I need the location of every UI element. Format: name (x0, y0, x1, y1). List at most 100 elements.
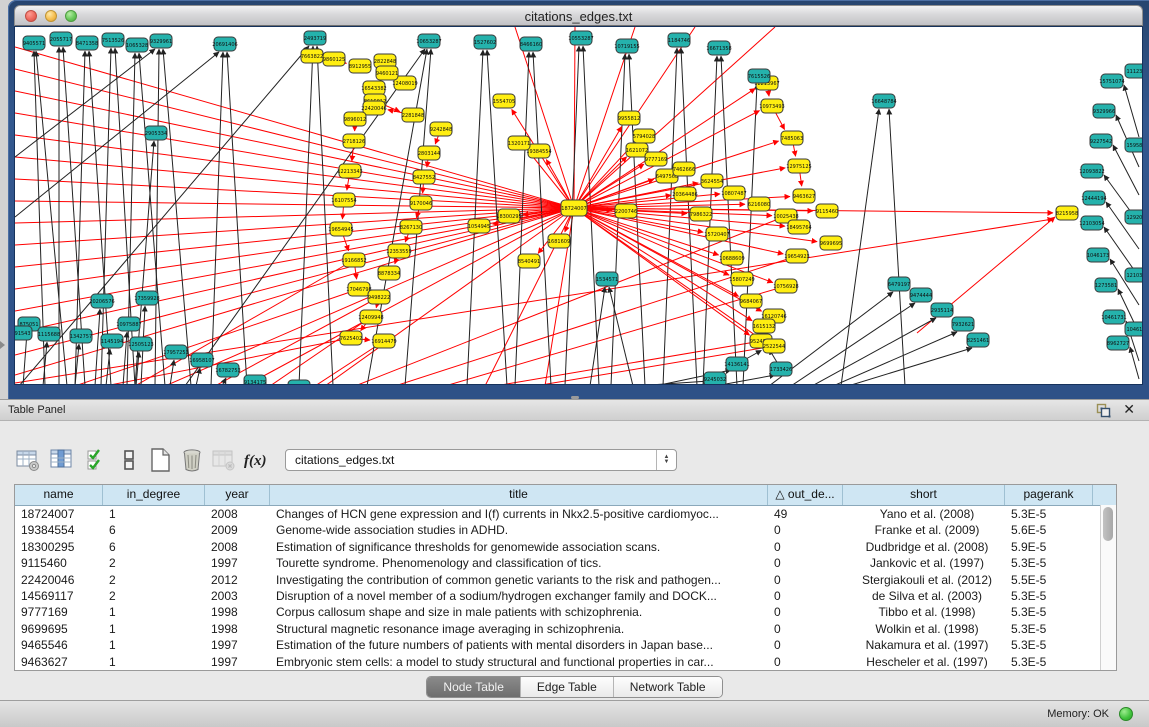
cell-out_degree[interactable]: 0 (768, 572, 843, 588)
network-node[interactable]: 17957253 (163, 345, 188, 359)
network-node[interactable]: 12975125 (786, 159, 811, 173)
cell-in_degree[interactable]: 1 (103, 506, 205, 522)
network-edge[interactable] (15, 208, 574, 223)
network-node[interactable]: 7615526 (748, 69, 770, 83)
network-node[interactable]: 16958107 (189, 353, 214, 367)
table-row[interactable]: 911546021997Tourette syndrome. Phenomeno… (15, 555, 1116, 571)
column-header-title[interactable]: title (270, 485, 768, 505)
network-edge[interactable] (227, 52, 247, 384)
cell-in_degree[interactable]: 1 (103, 604, 205, 620)
cell-out_degree[interactable]: 49 (768, 506, 843, 522)
network-node[interactable]: 18724007 (561, 200, 587, 216)
network-node[interactable]: 9955812 (618, 111, 640, 125)
cell-year[interactable]: 2008 (205, 539, 270, 555)
network-edge[interactable] (127, 53, 135, 384)
network-node[interactable]: 9860125 (323, 52, 345, 66)
row-height-icon[interactable] (116, 446, 144, 474)
table-row[interactable]: 1938455462009Genome-wide association stu… (15, 522, 1116, 538)
network-node[interactable]: 159580 (1125, 138, 1142, 152)
network-node[interactable]: 1733426 (770, 362, 792, 376)
cell-pagerank[interactable]: 5.3E-5 (1005, 637, 1093, 653)
cell-title[interactable]: Structural magnetic resonance image aver… (270, 621, 768, 637)
network-node[interactable]: 9242848 (430, 122, 452, 136)
network-node[interactable]: 9699695 (820, 236, 842, 250)
network-node[interactable]: 7663822 (301, 49, 323, 63)
network-node[interactable]: 1342757 (70, 329, 92, 343)
network-edge[interactable] (15, 208, 574, 267)
network-node[interactable]: 129203 (1125, 210, 1142, 224)
cell-pagerank[interactable]: 5.3E-5 (1005, 506, 1093, 522)
tab-node-table[interactable]: Node Table (427, 677, 521, 697)
cell-title[interactable]: Estimation of significance thresholds fo… (270, 539, 768, 555)
network-node[interactable]: 2055717 (50, 32, 72, 46)
delete-table-icon[interactable] (178, 446, 206, 474)
cell-pagerank[interactable]: 5.3E-5 (1005, 588, 1093, 604)
table-row[interactable]: 969969511998Structural magnetic resonanc… (15, 621, 1116, 637)
network-node[interactable]: 18495764 (786, 220, 811, 234)
network-node[interactable]: 12505123 (128, 337, 153, 351)
cell-name[interactable]: 18724007 (15, 506, 103, 522)
network-node[interactable]: 14136141 (724, 357, 749, 371)
cell-in_degree[interactable]: 1 (103, 654, 205, 670)
network-node[interactable]: 12213343 (337, 164, 362, 178)
network-node[interactable]: 9684067 (740, 294, 762, 308)
cell-year[interactable]: 2003 (205, 588, 270, 604)
network-node[interactable]: 20691406 (212, 37, 237, 51)
network-node[interactable]: 1145194 (101, 334, 123, 348)
network-node[interactable]: 111230 (1125, 64, 1142, 78)
network-node[interactable]: 8962727 (1107, 336, 1129, 350)
cell-out_degree[interactable]: 0 (768, 588, 843, 604)
network-node[interactable]: 391543 (15, 326, 32, 340)
network-edge[interactable] (841, 109, 879, 384)
cell-short[interactable]: Yano et al. (2008) (843, 506, 1005, 522)
network-node[interactable]: 1115688 (38, 327, 60, 341)
cell-short[interactable]: Franke et al. (2009) (843, 522, 1005, 538)
cell-title[interactable]: Changes of HCN gene expression and I(f) … (270, 506, 768, 522)
column-header-year[interactable]: year (205, 485, 270, 505)
network-node[interactable]: 19654945 (328, 222, 353, 236)
network-node[interactable]: 10756928 (773, 279, 798, 293)
network-node[interactable]: 10461731 (1101, 310, 1126, 324)
network-node[interactable]: 1273581 (1095, 278, 1117, 292)
cell-short[interactable]: Dudbridge et al. (2008) (843, 539, 1005, 555)
network-node[interactable]: 10973493 (759, 99, 784, 113)
network-node[interactable]: 1065328 (126, 38, 148, 52)
network-node[interactable]: 8267130 (400, 220, 422, 234)
cell-short[interactable]: de Silva et al. (2003) (843, 588, 1005, 604)
cell-title[interactable]: Genome-wide association studies in ADHD. (270, 522, 768, 538)
network-node[interactable]: 9498222 (368, 290, 390, 304)
column-header-name[interactable]: name (15, 485, 103, 505)
network-window-titlebar[interactable]: citations_edges.txt (14, 5, 1143, 26)
network-node[interactable]: 12353559 (386, 244, 411, 258)
panel-collapse-arrow-icon[interactable] (0, 341, 5, 349)
cell-year[interactable]: 1997 (205, 555, 270, 571)
network-node[interactable]: 1054945 (468, 219, 490, 233)
function-builder-icon[interactable]: f(x) (242, 446, 270, 474)
network-node[interactable]: 16914479 (371, 334, 396, 348)
network-node[interactable]: 9329961 (150, 34, 172, 48)
table-row[interactable]: 977716911998Corpus callosum shape and si… (15, 604, 1116, 620)
network-node[interactable]: 10719155 (614, 39, 639, 53)
network-node[interactable]: 9170046 (410, 196, 432, 210)
network-node[interactable]: 2718126 (343, 134, 365, 148)
cell-name[interactable]: 9699695 (15, 621, 103, 637)
network-node[interactable]: 1554705 (493, 94, 515, 108)
network-node[interactable]: 12409948 (358, 310, 383, 324)
network-node[interactable]: 19654923 (784, 249, 809, 263)
network-node[interactable]: 10553287 (568, 31, 593, 45)
cell-year[interactable]: 2009 (205, 522, 270, 538)
network-node[interactable]: 15807249 (729, 272, 754, 286)
network-node[interactable]: 121030 (1125, 268, 1142, 282)
cell-year[interactable]: 2008 (205, 506, 270, 522)
network-node[interactable]: 7485063 (781, 131, 803, 145)
network-node[interactable]: 10688609 (719, 251, 744, 265)
network-edge[interactable] (95, 309, 100, 384)
network-node[interactable]: 104617 (1125, 322, 1142, 336)
cell-short[interactable]: Stergiakouli et al. (2012) (843, 572, 1005, 588)
network-node[interactable]: 12093822 (1079, 164, 1104, 178)
network-node[interactable]: 15720407 (704, 227, 729, 241)
network-node[interactable]: 9460121 (376, 66, 398, 80)
cell-out_degree[interactable]: 0 (768, 539, 843, 555)
tab-edge-table[interactable]: Edge Table (521, 677, 614, 697)
network-node[interactable]: 16543382 (361, 81, 386, 95)
